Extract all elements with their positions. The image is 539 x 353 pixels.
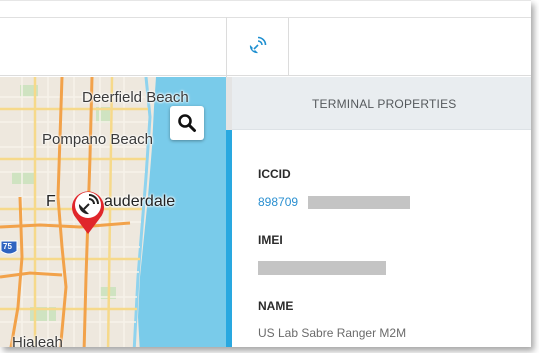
interstate-shield-label: 75 — [3, 242, 12, 251]
app-window: Deerfield Beach Pompano Beach F auderdal… — [0, 0, 531, 347]
map-label-hialeah: Hialeah — [12, 334, 63, 347]
imei-label: IMEI — [258, 233, 283, 247]
terminal-tab[interactable] — [227, 18, 289, 76]
search-icon — [178, 114, 196, 132]
iccid-value[interactable]: 898709 — [258, 195, 298, 209]
name-label: NAME — [258, 299, 294, 313]
name-value: US Lab Sabre Ranger M2M — [258, 326, 407, 340]
map-label-pompano: Pompano Beach — [42, 131, 153, 148]
top-toolbar — [0, 0, 531, 77]
satellite-dish-icon — [249, 36, 267, 54]
iccid-label: ICCID — [258, 167, 291, 181]
iccid-redaction — [308, 196, 410, 209]
satellite-dish-icon — [72, 191, 104, 234]
terminal-properties: ICCID 898709 IMEI NAME US Lab Sabre Rang… — [232, 130, 531, 347]
map-label-deerfield: Deerfield Beach — [82, 89, 189, 106]
panel-header: TERMINAL PROPERTIES — [232, 77, 531, 130]
map-search-button[interactable] — [170, 106, 204, 140]
imei-redaction — [258, 261, 386, 275]
map-label-fort-lauderdale-start: F — [46, 193, 56, 210]
terminal-map-marker[interactable] — [68, 184, 108, 236]
panel-title: TERMINAL PROPERTIES — [312, 97, 457, 111]
map-label-fort-lauderdale-end: auderdale — [104, 193, 176, 210]
